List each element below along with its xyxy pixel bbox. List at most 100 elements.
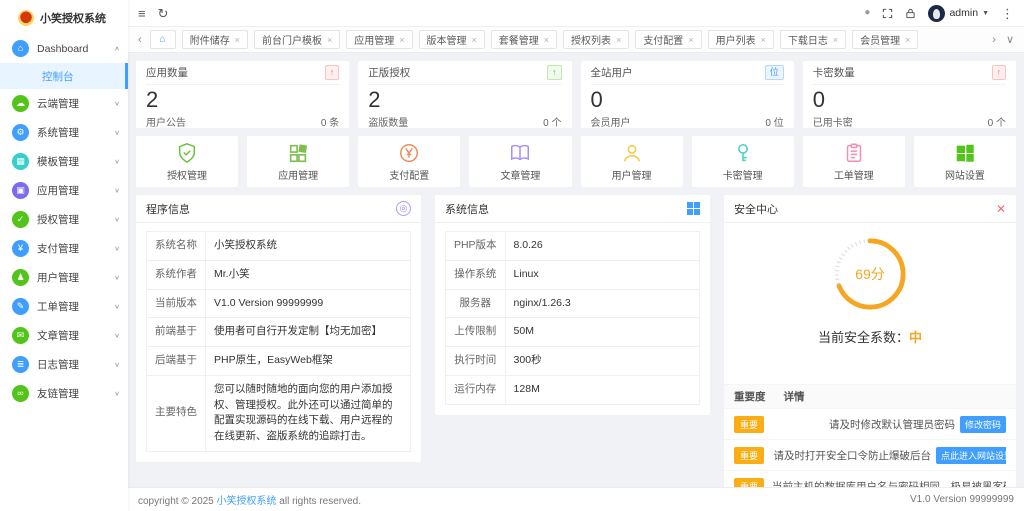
close-icon[interactable]: × (761, 35, 766, 45)
close-icon[interactable]: × (399, 35, 404, 45)
shortcut-payment-config[interactable]: 支付配置 (358, 136, 461, 187)
program-info-panel: 程序信息 ◎ 系统名称 小笑授权系统 系统作者 Mr.小笑 当前版本 V1.0 Ver… (136, 195, 421, 462)
shortcut-workorder-management[interactable]: 工单管理 (802, 136, 905, 187)
close-icon[interactable]: × (905, 35, 910, 45)
sidebar-item-friendlink[interactable]: ∞ 友链管理 ∨ (0, 379, 128, 408)
app-title: 小笑授权系统 (40, 13, 106, 25)
tab-member-management[interactable]: 会员管理 × (852, 30, 919, 49)
sidebar-item-log[interactable]: ≣ 日志管理 ∨ (0, 350, 128, 379)
refresh-icon[interactable]: ↻ (158, 7, 169, 20)
chevron-down-icon: ∨ (114, 128, 120, 137)
shortcut-user-management[interactable]: 用户管理 (580, 136, 683, 187)
tabs-scroll-right-icon[interactable]: › (990, 34, 998, 46)
lock-icon[interactable] (905, 8, 916, 19)
tab-authorization-list[interactable]: 授权列表 × (563, 30, 630, 49)
brand-link[interactable]: 小笑授权系统 (217, 496, 277, 507)
sidebar-item-workorder[interactable]: ✎ 工单管理 ∨ (0, 292, 128, 321)
table-row: 系统作者 Mr.小笑 (146, 259, 411, 290)
severity-badge: 重要 (734, 415, 765, 433)
table-row: 运行内存 128M (444, 374, 701, 405)
arrow-up-badge: ↑ (991, 65, 1006, 80)
sidebar-subitem-label: 控制台 (42, 70, 74, 83)
collapse-menu-icon[interactable]: ≡ (138, 7, 146, 20)
security-table-header: 重要度 详情 (724, 384, 1016, 408)
version-text: V1.0 Version 99999999 (910, 494, 1014, 505)
chevron-down-icon: ∨ (114, 302, 120, 311)
app-root: 小笑授权系统 ⌂ Dashboard ∧ 控制台 ☁ 云端管理 ∨ ⚙ 系统管理… (0, 0, 1024, 511)
home-icon: ⌂ (12, 40, 29, 57)
sidebar: 小笑授权系统 ⌂ Dashboard ∧ 控制台 ☁ 云端管理 ∨ ⚙ 系统管理… (0, 0, 128, 511)
close-icon[interactable]: × (235, 35, 240, 45)
chevron-down-icon: ∨ (114, 157, 120, 166)
close-icon[interactable]: × (472, 35, 477, 45)
table-row: 前端基于 使用者可自行开发定制【均无加密】 (146, 317, 411, 347)
user-menu[interactable]: admin ▼ (928, 4, 989, 22)
tab-version-management[interactable]: 版本管理 × (418, 30, 485, 49)
system-info-panel: 系统信息 PHP版本 8.0.26 操作系统 Linux 服务器 nginx/1.26… (434, 195, 710, 415)
book-icon (509, 142, 531, 164)
yen-circle-icon (398, 142, 420, 164)
shortcut-app-management[interactable]: 应用管理 (247, 136, 350, 187)
tab-download-log[interactable]: 下载日志 × (779, 30, 847, 49)
arrow-up-badge: ↑ (324, 65, 340, 80)
close-icon[interactable]: × (688, 35, 693, 45)
sidebar-item-article[interactable]: ✉ 文章管理 ∨ (0, 321, 128, 350)
sidebar-item-label: Dashboard (37, 42, 89, 55)
stat-value: 2 (146, 87, 159, 112)
fullscreen-icon[interactable] (882, 8, 893, 19)
severity-badge: 重要 (734, 446, 765, 464)
more-options-icon[interactable]: ⋮ (1001, 7, 1014, 20)
sidebar-item-cloud[interactable]: ☁ 云端管理 ∨ (0, 89, 128, 118)
tabs-scroll-left-icon[interactable]: ‹ (136, 34, 144, 46)
user-icon (621, 142, 643, 164)
close-icon[interactable]: × (833, 35, 838, 45)
tab-package-management[interactable]: 套餐管理 × (490, 30, 558, 49)
security-issues-table: 重要度 详情 重要 请及时修改默认管理员密码 修改密码 重要 请及时打开安全口令防… (724, 384, 1016, 487)
avatar (928, 4, 946, 22)
shortcut-article-management[interactable]: 文章管理 (469, 136, 572, 187)
tab-front-portal-template[interactable]: 前台门户模板 × (253, 30, 341, 49)
arrow-up-badge: ↑ (547, 65, 562, 80)
shortcut-site-settings[interactable]: 网站设置 (913, 136, 1016, 187)
chevron-down-icon: ∨ (114, 331, 120, 340)
sidebar-item-application[interactable]: ▣ 应用管理 ∨ (0, 176, 128, 205)
close-icon[interactable]: ✕ (996, 202, 1006, 216)
security-level: 当前安全系数：中 (817, 330, 923, 345)
security-issue-row: 重要 请及时修改默认管理员密码 修改密码 (724, 408, 1016, 439)
footer: copyright © 2025 小笑授权系统 all rights reser… (128, 487, 1024, 511)
template-icon: ▦ (12, 153, 29, 170)
sidebar-item-user[interactable]: ♟ 用户管理 ∨ (0, 263, 128, 292)
yen-icon: ¥ (12, 240, 29, 257)
app-logo[interactable]: 小笑授权系统 (0, 0, 128, 34)
sidebar-item-payment[interactable]: ¥ 支付管理 ∨ (0, 234, 128, 263)
shortcut-authorization[interactable]: 授权管理 (136, 136, 239, 187)
change-password-button[interactable]: 修改密码 (959, 415, 1006, 433)
tab-attachment-storage[interactable]: 附件储存 × (181, 30, 248, 49)
security-issue-row: 重要 当前主机的数据库用户名与密码相同，极易被黑客破解，请及时修改 (724, 470, 1016, 487)
sidebar-item-system[interactable]: ⚙ 系统管理 ∨ (0, 118, 128, 147)
close-icon[interactable]: × (327, 35, 332, 45)
log-icon: ≣ (12, 356, 29, 373)
shortcut-cardkey-management[interactable]: 卡密管理 (691, 136, 794, 187)
open-site-settings-button[interactable]: 点此进入网站设置打开 (935, 446, 1006, 464)
tab-payment-config[interactable]: 支付配置 × (635, 30, 702, 49)
severity-badge: 重要 (734, 477, 765, 487)
close-icon[interactable]: × (616, 35, 621, 45)
copyright-text: copyright © 2025 小笑授权系统 all rights reser… (138, 496, 362, 507)
gear-icon: ⚙ (12, 124, 29, 141)
sidebar-item-authorization[interactable]: ✓ 授权管理 ∨ (0, 205, 128, 234)
tab-app-management[interactable]: 应用管理 × (346, 30, 413, 49)
chevron-down-icon: ∨ (114, 244, 120, 253)
app-grid-icon (287, 142, 309, 164)
security-gap (724, 350, 1016, 384)
tab-user-list[interactable]: 用户列表 × (707, 30, 774, 49)
sidebar-item-dashboard[interactable]: ⌂ Dashboard ∧ (0, 34, 128, 63)
sidebar-item-template[interactable]: ▦ 模板管理 ∨ (0, 147, 128, 176)
globe-icon[interactable]: ● (864, 8, 870, 18)
close-icon[interactable]: × (544, 35, 549, 45)
helm-icon: ◎ (395, 201, 411, 216)
tab-home[interactable]: ⌂ (149, 30, 176, 49)
tabs-menu-icon[interactable]: ∨ (1004, 33, 1016, 46)
sidebar-subitem-console[interactable]: 控制台 (0, 63, 128, 89)
table-row: 当前版本 V1.0 Version 99999999 (146, 288, 411, 319)
